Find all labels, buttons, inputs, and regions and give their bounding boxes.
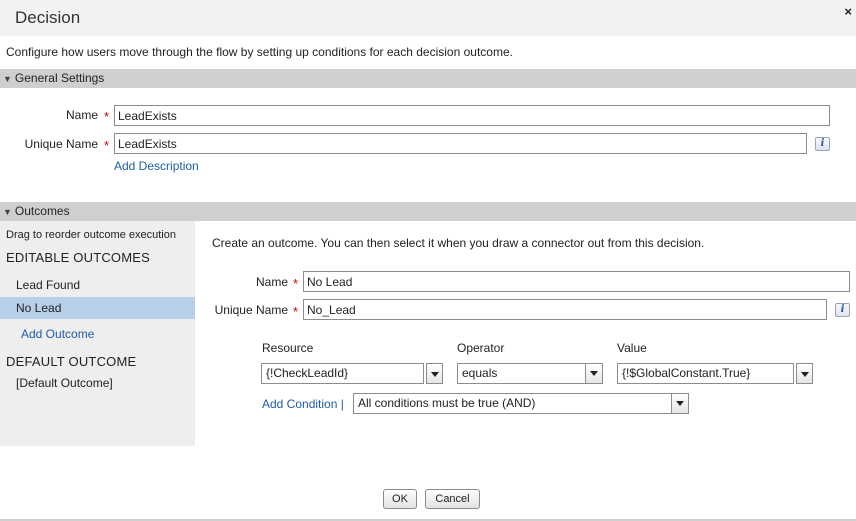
value-dropdown-button[interactable] <box>796 363 813 384</box>
general-settings-title: General Settings <box>14 71 105 85</box>
value-column-label: Value <box>617 341 647 355</box>
value-input[interactable]: {!$GlobalConstant.True} <box>617 363 794 384</box>
cancel-button[interactable]: Cancel <box>425 489 480 509</box>
chevron-down-icon <box>585 364 602 383</box>
outcome-item-lead-found[interactable]: Lead Found <box>0 274 195 296</box>
unique-name-input[interactable] <box>114 133 807 154</box>
dialog-title: Decision <box>15 8 81 27</box>
dialog-titlebar: Decision × <box>0 0 856 36</box>
resource-column-label: Resource <box>262 341 314 355</box>
condition-logic-select[interactable]: All conditions must be true (AND) <box>353 393 689 414</box>
operator-column-label: Operator <box>457 341 505 355</box>
resource-dropdown-button[interactable] <box>426 363 443 384</box>
outcomes-header[interactable]: ▼ Outcomes <box>0 202 856 221</box>
required-marker: * <box>104 138 110 153</box>
resource-input[interactable]: {!CheckLeadId} <box>261 363 424 384</box>
name-input[interactable] <box>114 105 830 126</box>
name-label: Name <box>65 108 98 122</box>
outcome-unique-name-label: Unique Name <box>214 303 288 317</box>
required-marker: * <box>293 304 299 319</box>
operator-select[interactable]: equals <box>457 363 603 384</box>
outcomes-sidebar: Drag to reorder outcome execution EDITAB… <box>0 221 195 446</box>
outcome-name-label: Name <box>255 275 288 289</box>
info-icon[interactable]: i <box>835 303 850 317</box>
add-outcome-link[interactable]: Add Outcome <box>21 327 94 341</box>
outcome-unique-name-input[interactable] <box>303 299 827 320</box>
reorder-hint: Drag to reorder outcome execution <box>6 229 176 241</box>
info-icon[interactable]: i <box>815 137 830 151</box>
ok-button[interactable]: OK <box>383 489 417 509</box>
outcomes-title: Outcomes <box>14 204 70 218</box>
unique-name-label: Unique Name <box>24 137 98 151</box>
outcome-name-input[interactable] <box>303 271 850 292</box>
default-outcome-title: DEFAULT OUTCOME <box>6 354 137 369</box>
outcome-item-default[interactable]: [Default Outcome] <box>0 372 195 394</box>
dialog-intro: Configure how users move through the flo… <box>6 45 513 59</box>
general-settings-header[interactable]: ▼ General Settings <box>0 69 856 88</box>
add-description-link[interactable]: Add Description <box>114 159 199 173</box>
condition-logic-value: All conditions must be true (AND) <box>358 396 536 410</box>
operator-select-value: equals <box>462 366 498 380</box>
collapse-triangle-icon: ▼ <box>3 74 12 84</box>
collapse-triangle-icon: ▼ <box>3 207 12 217</box>
editable-outcomes-title: EDITABLE OUTCOMES <box>6 250 151 265</box>
outcome-item-no-lead[interactable]: No Lead <box>0 297 195 319</box>
required-marker: * <box>293 276 299 291</box>
required-marker: * <box>104 109 110 124</box>
chevron-down-icon <box>671 394 688 413</box>
add-condition-link[interactable]: Add Condition | <box>262 397 344 411</box>
outcome-editor-hint: Create an outcome. You can then select i… <box>212 236 705 250</box>
close-icon[interactable]: × <box>844 4 852 19</box>
